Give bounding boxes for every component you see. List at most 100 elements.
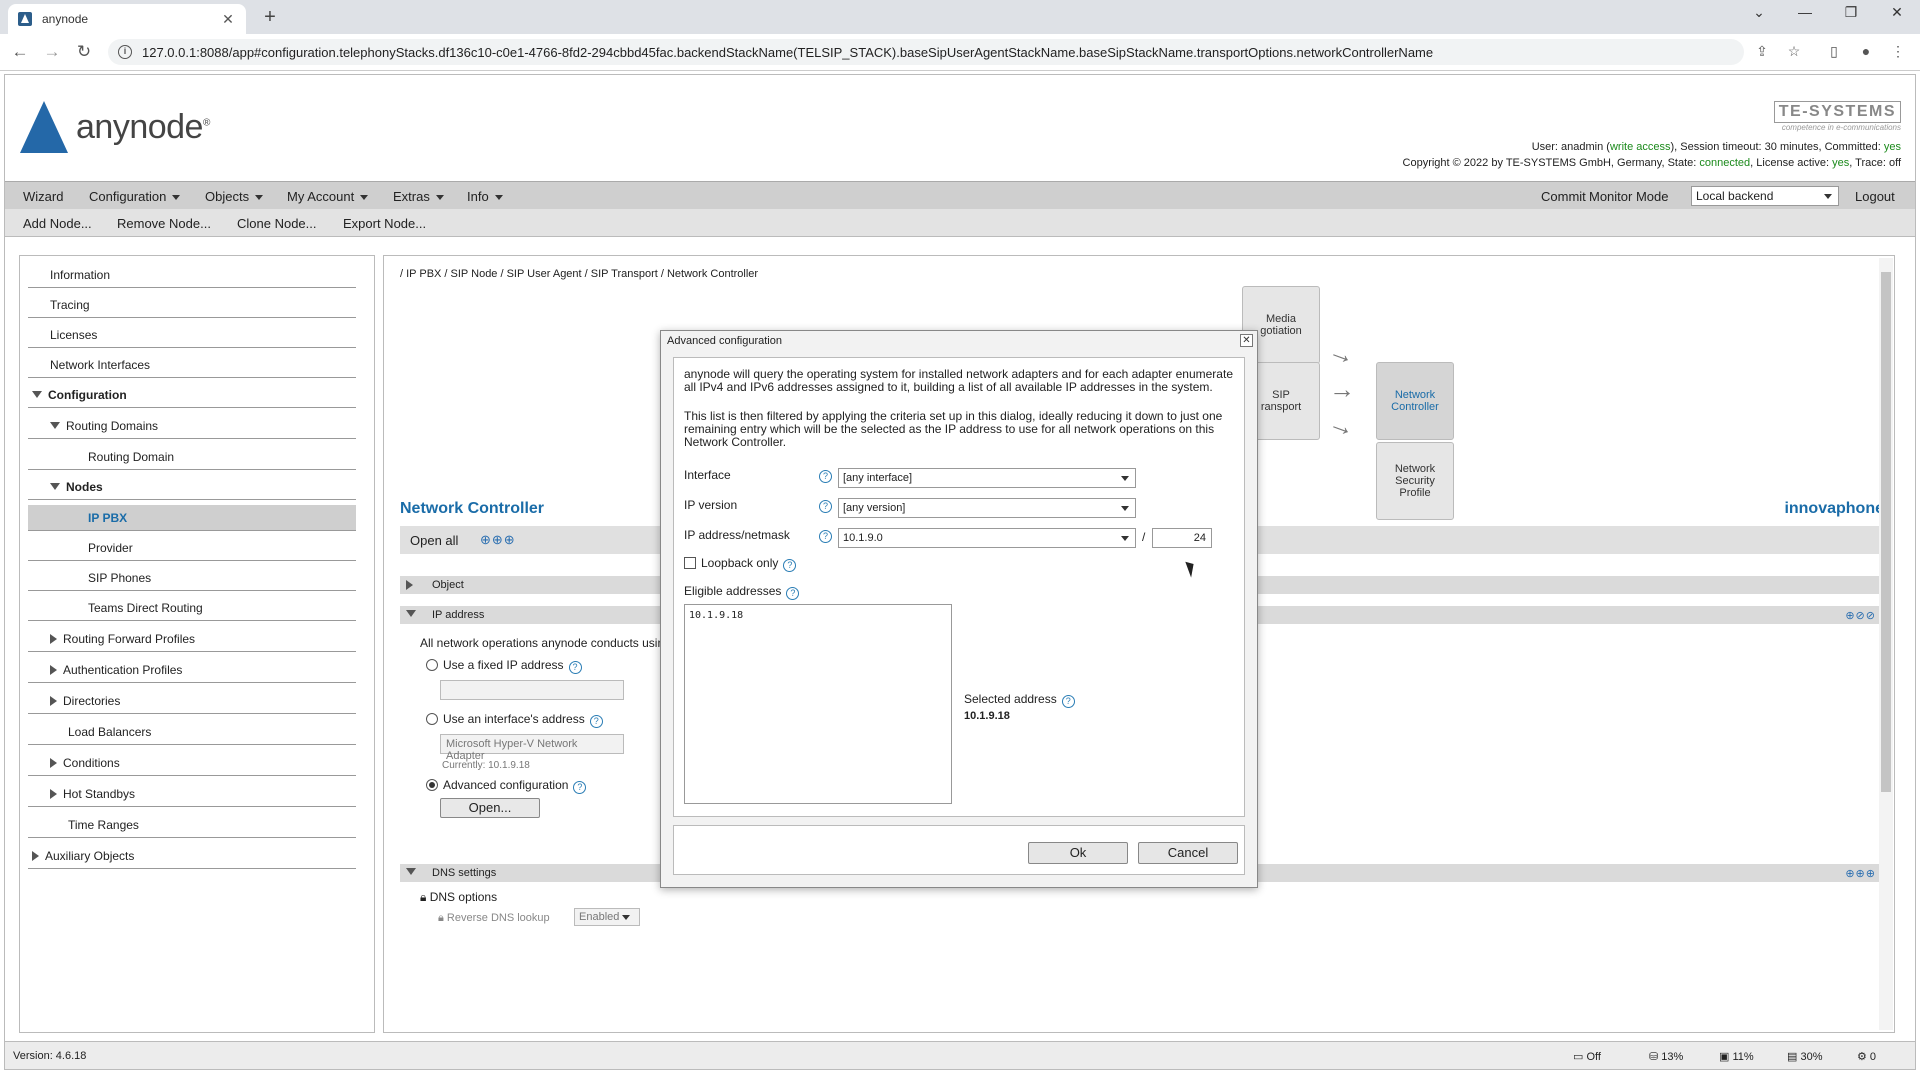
list-item[interactable]: 10.1.9.18 — [689, 610, 947, 621]
interface-address-option[interactable]: Use an interface's address? — [426, 712, 603, 728]
nav-sip-phones[interactable]: SIP Phones — [28, 565, 356, 591]
open-all-button[interactable]: Open all — [410, 533, 458, 548]
radio-icon[interactable] — [426, 659, 438, 671]
tab-search-icon[interactable]: ⌄ — [1744, 4, 1774, 21]
logout-button[interactable]: Logout — [1855, 189, 1895, 204]
backend-select[interactable]: Local backend — [1691, 186, 1839, 206]
ip-address-select[interactable]: 10.1.9.0 — [838, 528, 1136, 548]
nav-routing-domains[interactable]: Routing Domains — [28, 413, 356, 439]
nav-routing-forward-profiles[interactable]: Routing Forward Profiles — [28, 626, 356, 652]
nav-network-interfaces[interactable]: Network Interfaces — [28, 352, 356, 378]
nav-nodes[interactable]: Nodes — [28, 474, 356, 500]
menu-wizard[interactable]: Wizard — [23, 189, 63, 204]
loopback-only-option[interactable]: Loopback only? — [684, 556, 797, 572]
nav-conditions[interactable]: Conditions — [28, 750, 356, 776]
commit-button[interactable]: Commit — [1541, 189, 1586, 204]
interface-select[interactable]: Microsoft Hyper-V Network Adapter — [440, 734, 624, 762]
close-window-icon[interactable]: ✕ — [1882, 4, 1912, 21]
monitor-icon: ▭ — [1573, 1051, 1587, 1063]
diagram-network-security-profile[interactable]: Network Security Profile — [1376, 442, 1454, 520]
menu-extras[interactable]: Extras — [393, 189, 444, 204]
interface-select[interactable]: [any interface] — [838, 468, 1136, 488]
advanced-config-option[interactable]: Advanced configuration? — [426, 778, 587, 794]
nav-authentication-profiles[interactable]: Authentication Profiles — [28, 657, 356, 683]
side-panel-icon[interactable]: ▯ — [1824, 43, 1844, 60]
menu-configuration[interactable]: Configuration — [89, 189, 181, 204]
restore-icon[interactable]: ❐ — [1836, 4, 1866, 21]
ip-version-select[interactable]: [any version] — [838, 498, 1136, 518]
fixed-ip-option[interactable]: Use a fixed IP address? — [426, 658, 582, 674]
nav-teams-direct-routing[interactable]: Teams Direct Routing — [28, 595, 356, 621]
help-icon[interactable]: ? — [786, 587, 800, 600]
nav-tracing[interactable]: Tracing — [28, 292, 356, 318]
url-bar[interactable]: i 127.0.0.1:8088/app#configuration.telep… — [108, 39, 1744, 65]
nav-time-ranges[interactable]: Time Ranges — [28, 812, 356, 838]
ok-button[interactable]: Ok — [1028, 842, 1128, 864]
monitor-mode-button[interactable]: Monitor Mode — [1589, 189, 1668, 204]
nav-provider[interactable]: Provider — [28, 535, 356, 561]
tab-title: anynode — [42, 12, 89, 26]
help-icon[interactable]: ? — [589, 715, 603, 728]
collapsed-icon — [50, 633, 57, 644]
node-toolbar: Add Node... Remove Node... Clone Node...… — [5, 209, 1915, 237]
help-icon[interactable]: ? — [1061, 695, 1075, 708]
eligible-addresses-label: Eligible addresses? — [684, 584, 800, 600]
fixed-ip-input[interactable] — [440, 680, 624, 700]
nav-ip-pbx[interactable]: IP PBX — [28, 505, 356, 531]
remove-node-button[interactable]: Remove Node... — [117, 216, 211, 231]
forward-icon[interactable]: → — [42, 42, 62, 62]
share-icon[interactable]: ⇪ — [1752, 43, 1772, 60]
ip-description: All network operations anynode conducts … — [420, 636, 665, 650]
help-icon[interactable]: ? — [568, 661, 582, 674]
checkbox-icon[interactable] — [684, 557, 696, 569]
new-tab-icon[interactable]: + — [258, 6, 282, 29]
reload-icon[interactable]: ↻ — [74, 42, 94, 62]
breadcrumb: / IP PBX / SIP Node / SIP User Agent / S… — [400, 268, 759, 280]
netmask-input[interactable]: 24 — [1152, 528, 1212, 548]
menu-my-account[interactable]: My Account — [287, 189, 369, 204]
expand-collapse-icons[interactable]: ⊕⊕⊕ — [480, 532, 516, 548]
back-icon[interactable]: ← — [10, 42, 30, 62]
browser-menu-icon[interactable]: ⋮ — [1888, 43, 1908, 60]
nav-auxiliary-objects[interactable]: Auxiliary Objects — [28, 843, 356, 869]
dialog-title: Advanced configuration — [667, 335, 782, 347]
site-info-icon[interactable]: i — [118, 45, 132, 59]
dialog-close-icon[interactable]: ✕ — [1240, 334, 1253, 347]
cpu-status: ▣ 11% — [1719, 1051, 1754, 1063]
nav-routing-domain[interactable]: Routing Domain — [28, 444, 356, 470]
help-icon[interactable]: ? — [783, 559, 797, 572]
profile-icon[interactable]: ● — [1856, 43, 1876, 59]
eligible-addresses-list[interactable]: 10.1.9.18 — [684, 604, 952, 804]
reverse-dns-select[interactable]: Enabled — [574, 908, 640, 926]
nav-configuration[interactable]: Configuration — [28, 382, 356, 408]
nav-load-balancers[interactable]: Load Balancers — [28, 719, 356, 745]
bookmark-star-icon[interactable]: ☆ — [1784, 43, 1804, 60]
nav-licenses[interactable]: Licenses — [28, 322, 356, 348]
nav-hot-standbys[interactable]: Hot Standbys — [28, 781, 356, 807]
radio-selected-icon[interactable] — [426, 779, 438, 791]
minimize-icon[interactable]: — — [1790, 4, 1820, 20]
collapsed-icon — [50, 757, 57, 768]
diagram-network-controller[interactable]: Network Controller — [1376, 362, 1454, 440]
section-action-icons[interactable]: ⊕⊘⊘ — [1845, 609, 1876, 622]
nav-information[interactable]: Information — [28, 262, 356, 288]
content-scrollbar[interactable] — [1879, 258, 1893, 1030]
scrollbar-thumb[interactable] — [1881, 272, 1891, 792]
open-advanced-button[interactable]: Open... — [440, 798, 540, 818]
cancel-button[interactable]: Cancel — [1138, 842, 1238, 864]
menu-objects[interactable]: Objects — [205, 189, 264, 204]
browser-tab[interactable]: anynode ✕ — [8, 4, 246, 34]
help-icon[interactable]: ? — [819, 530, 832, 543]
export-node-button[interactable]: Export Node... — [343, 216, 426, 231]
section-action-icons[interactable]: ⊕⊕⊕ — [1845, 867, 1876, 880]
collapsed-icon — [406, 580, 413, 590]
nav-directories[interactable]: Directories — [28, 688, 356, 714]
add-node-button[interactable]: Add Node... — [23, 216, 92, 231]
help-icon[interactable]: ? — [819, 470, 832, 483]
help-icon[interactable]: ? — [819, 500, 832, 513]
radio-icon[interactable] — [426, 713, 438, 725]
clone-node-button[interactable]: Clone Node... — [237, 216, 317, 231]
help-icon[interactable]: ? — [573, 781, 587, 794]
menu-info[interactable]: Info — [467, 189, 503, 204]
tab-close-icon[interactable]: ✕ — [220, 11, 236, 28]
